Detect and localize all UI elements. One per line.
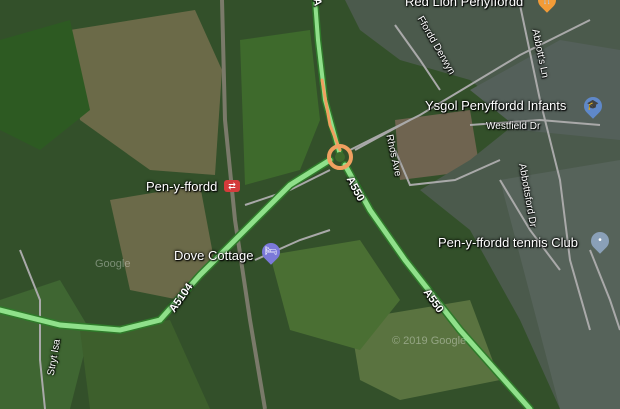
label-westfield-dr: Westfield Dr [486, 121, 541, 132]
watermark-copyright: © 2019 Google [392, 335, 467, 347]
rail-station-icon[interactable]: ⇄ [224, 180, 240, 192]
roundabout-center [335, 152, 345, 162]
watermark-google: Google [95, 258, 131, 270]
hotel-icon[interactable]: 🛏 [258, 239, 284, 265]
label-tennis-club[interactable]: Pen-y-ffordd tennis Club [438, 235, 578, 250]
label-pen-y-ffordd[interactable]: Pen-y-ffordd [146, 179, 217, 194]
label-red-lion[interactable]: Red Lion Penyffordd [405, 0, 523, 9]
tennis-icon[interactable]: • [587, 228, 613, 254]
label-ysgol[interactable]: Ysgol Penyffordd Infants [425, 98, 566, 113]
school-icon[interactable]: 🎓 [580, 93, 606, 119]
label-dove-cottage[interactable]: Dove Cottage [174, 248, 254, 263]
